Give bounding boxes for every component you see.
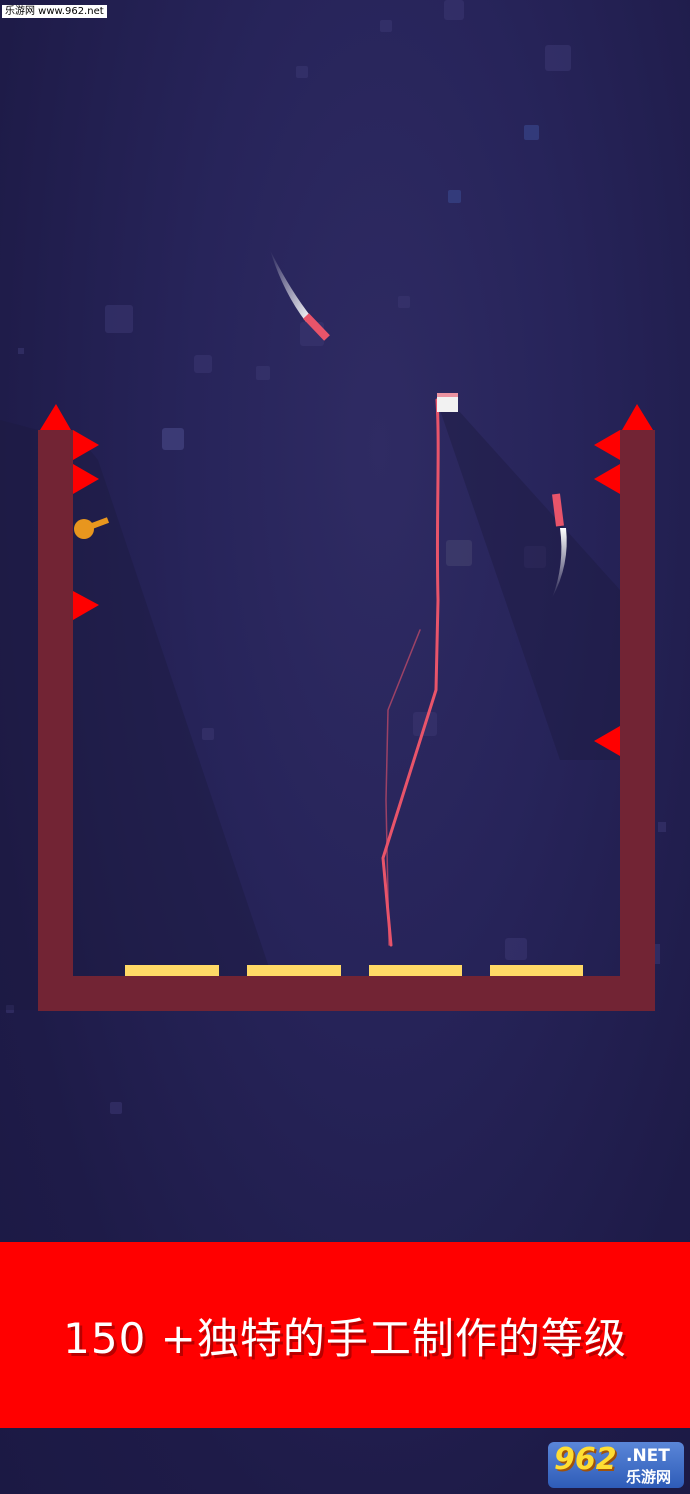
spike-top-left — [40, 404, 71, 430]
target-pads — [125, 965, 583, 976]
player-block[interactable] — [437, 393, 458, 412]
banner-text: 150 +独特的手工制作的等级 — [63, 1313, 627, 1363]
spike-top-right — [622, 404, 653, 430]
site-logo: 962 .NET 乐游网 — [548, 1442, 684, 1488]
left-wall — [38, 430, 73, 1010]
right-wall — [620, 430, 655, 1010]
spike-right — [594, 464, 620, 494]
target-pad — [490, 965, 583, 976]
logo-number: 962 — [554, 1442, 617, 1477]
floor — [38, 976, 655, 1011]
watermark: 乐游网 www.962.net — [2, 5, 107, 18]
logo-name: 乐游网 — [626, 1468, 672, 1486]
target-pad — [247, 965, 341, 976]
cannon-pivot[interactable] — [74, 519, 94, 539]
target-pad — [125, 965, 219, 976]
target-pad — [369, 965, 462, 976]
spike-right — [594, 430, 620, 460]
cast-shadows — [0, 410, 620, 1010]
promo-banner: 150 +独特的手工制作的等级 — [0, 1242, 690, 1428]
flying-blade — [270, 250, 330, 341]
rope-trail — [381, 398, 440, 947]
logo-suffix: .NET — [626, 1446, 670, 1466]
